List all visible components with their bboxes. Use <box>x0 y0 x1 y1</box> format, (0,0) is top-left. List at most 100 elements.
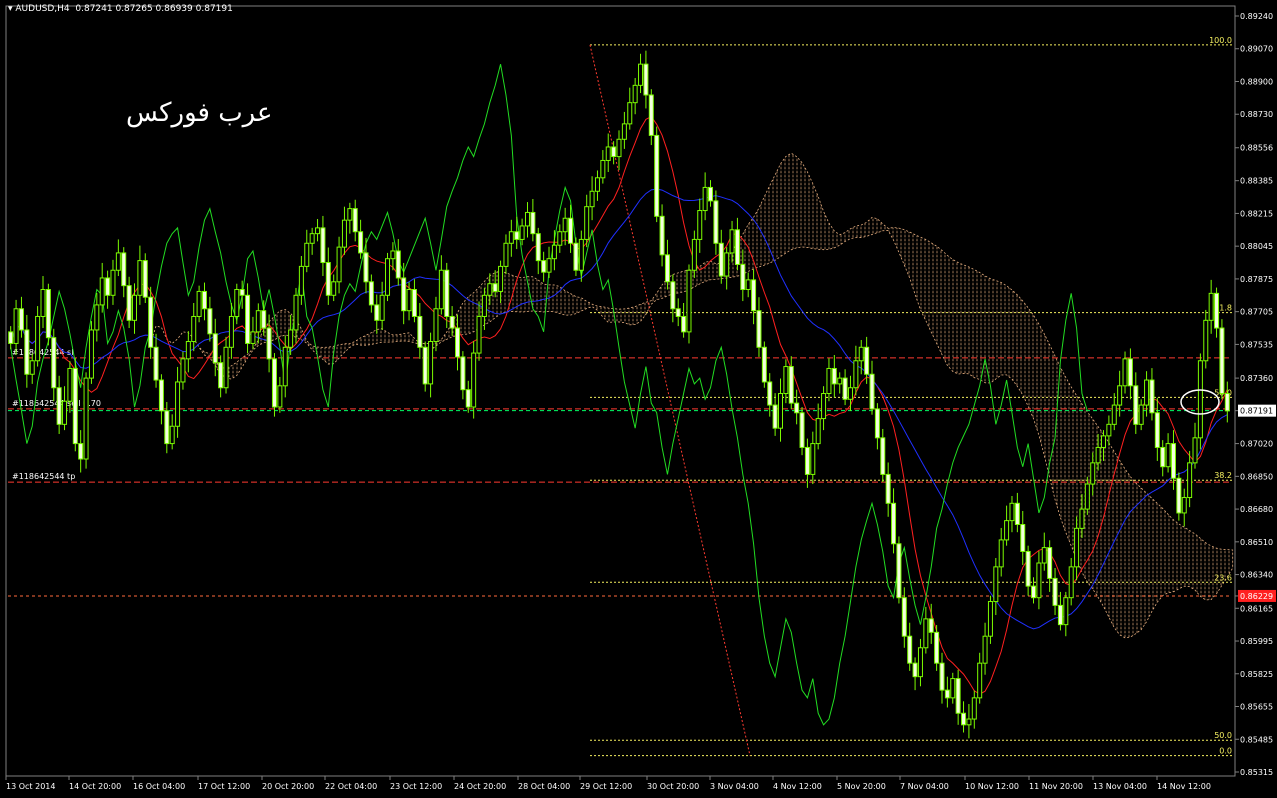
candle-body <box>255 310 261 333</box>
y-tick-label: 0.86229 <box>1240 592 1273 601</box>
candle-body <box>578 238 584 271</box>
y-tick-label: 0.86165 <box>1240 604 1273 613</box>
candle-body <box>1014 502 1020 525</box>
candle-body <box>702 186 708 212</box>
candle-body <box>78 443 84 460</box>
candle-body <box>847 387 853 400</box>
candle-body <box>1219 327 1225 395</box>
candle-body <box>428 341 434 385</box>
candle-body <box>691 238 697 271</box>
candle-body <box>223 346 229 389</box>
candle-body <box>681 315 687 333</box>
candle-body <box>864 346 870 375</box>
candle-body <box>1084 483 1090 510</box>
y-tick-label: 0.86850 <box>1240 472 1273 481</box>
candle-body <box>1117 385 1123 406</box>
candle-body <box>298 265 304 296</box>
candle-body <box>928 618 934 633</box>
candle-body <box>271 358 277 408</box>
chart-header: ▾ AUDUSD,H4 0.87241 0.87265 0.86939 0.87… <box>8 4 233 14</box>
candle-body <box>1192 437 1198 464</box>
candle-body <box>72 367 78 445</box>
y-tick-label: 0.88215 <box>1240 209 1273 218</box>
candle-body <box>1111 404 1117 425</box>
x-tick-label: 28 Oct 04:00 <box>518 782 570 791</box>
candle-body <box>24 329 30 375</box>
candle-body <box>767 381 773 406</box>
candle-body <box>487 283 493 296</box>
x-tick-label: 17 Oct 12:00 <box>198 782 250 791</box>
y-tick-label: 0.88385 <box>1240 177 1273 186</box>
candle-body <box>551 244 557 260</box>
candle-body <box>261 310 267 329</box>
candle-body <box>1025 550 1031 587</box>
y-tick-label: 0.85485 <box>1240 735 1273 744</box>
candle-body <box>912 662 918 678</box>
candle-body <box>971 697 977 720</box>
cloud-area <box>150 152 1234 639</box>
candle-body <box>148 296 154 348</box>
candle-body <box>460 356 466 391</box>
candle-body <box>1154 412 1160 448</box>
candle-body <box>449 315 455 329</box>
candle-body <box>374 304 380 321</box>
candle-body <box>352 208 358 233</box>
y-tick-label: 0.88556 <box>1240 144 1273 153</box>
candle-body <box>799 412 805 448</box>
y-tick-label: 0.88045 <box>1240 242 1273 251</box>
candle-body <box>212 333 218 364</box>
candle-body <box>643 63 649 96</box>
candle-body <box>1203 319 1209 362</box>
candle-body <box>821 393 827 420</box>
candle-body <box>961 712 967 726</box>
y-tick-label: 0.87020 <box>1240 440 1273 449</box>
candle-body <box>734 229 740 265</box>
candle-body <box>158 379 164 412</box>
candle-body <box>966 718 972 726</box>
candle-body <box>869 373 875 410</box>
candle-body <box>1041 547 1047 564</box>
y-tick-label: 0.85995 <box>1240 637 1273 646</box>
candle-body <box>379 294 385 321</box>
candle-body <box>1004 520 1010 541</box>
candle-body <box>325 262 331 296</box>
candle-body <box>1224 393 1230 412</box>
candle-body <box>336 246 342 283</box>
candle-body <box>675 308 681 317</box>
price-axis: 0.89240 0.89070 0.88900 0.88730 0.88556 0.883… <box>1235 12 1276 777</box>
candle-body <box>713 200 719 244</box>
candle-body <box>1009 502 1015 522</box>
candle-body <box>35 315 41 362</box>
x-tick-label: 11 Nov 20:00 <box>1029 782 1083 791</box>
candle-body <box>939 662 945 691</box>
candle-body <box>218 362 224 389</box>
candle-body <box>1181 497 1187 514</box>
candle-body <box>417 315 423 348</box>
candle-body <box>772 404 778 429</box>
candle-body <box>1036 562 1042 599</box>
candle-body <box>998 539 1004 568</box>
x-tick-label: 30 Oct 20:00 <box>647 782 699 791</box>
y-tick-label: 0.88730 <box>1240 110 1273 119</box>
candle-body <box>853 360 859 389</box>
candle-body <box>320 227 326 264</box>
candle-body <box>401 277 407 312</box>
fib-label: 0.0 <box>1219 747 1232 756</box>
candle-body <box>1176 477 1182 514</box>
candle-body <box>788 366 794 404</box>
candle-body <box>1160 446 1166 468</box>
candle-body <box>907 635 913 664</box>
candle-body <box>530 211 536 235</box>
candle-body <box>406 289 412 312</box>
candle-body <box>94 304 100 331</box>
candle-body <box>1133 385 1139 425</box>
candle-body <box>363 252 369 283</box>
candle-body <box>944 689 950 699</box>
candle-body <box>18 308 24 331</box>
fib-label: 23.6 <box>1214 573 1232 582</box>
candle-body <box>621 123 627 140</box>
candle-body <box>1068 566 1074 599</box>
candle-body <box>1138 404 1144 425</box>
candle-body <box>83 377 89 460</box>
candle-body <box>917 647 923 678</box>
